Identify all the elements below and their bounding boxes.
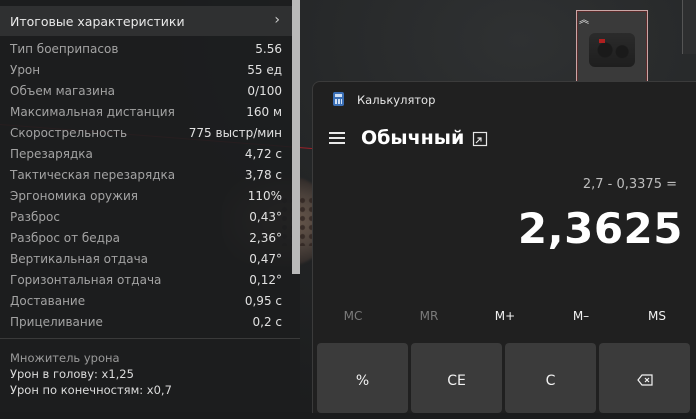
calculator-window: Калькулятор Обычный 2,7 - 0,3375 = 2,362…	[312, 81, 696, 413]
damage-multiplier: Множитель урона Урон в голову: x1,25 Уро…	[10, 350, 172, 398]
stat-value: 55 ед	[247, 63, 282, 77]
stat-row: Скорострельность 775 выстр/мин	[10, 126, 282, 146]
stat-row: Прицеливание 0,2 с	[10, 315, 282, 335]
memory-subtract-button[interactable]: M–	[545, 309, 617, 323]
stat-value: 0,12°	[249, 273, 282, 287]
stat-row: Доставание 0,95 с	[10, 294, 282, 314]
stat-row: Разброс 0,43°	[10, 210, 282, 230]
stat-label: Разброс от бедра	[10, 231, 120, 245]
keypad: % CE C	[317, 343, 696, 413]
stat-label: Эргономика оружия	[10, 189, 138, 203]
stat-label: Урон	[10, 63, 41, 77]
title-bar[interactable]: Калькулятор	[313, 82, 696, 118]
stat-label: Вертикальная отдача	[10, 252, 149, 266]
head-multiplier: Урон в голову: x1,25	[10, 367, 134, 381]
stat-row: Горизонтальная отдача 0,12°	[10, 273, 282, 293]
clear-entry-button[interactable]: CE	[411, 343, 502, 413]
stat-row: Урон 55 ед	[10, 63, 282, 83]
stat-row: Тактическая перезарядка 3,78 с	[10, 168, 282, 188]
stat-value: 110%	[247, 189, 282, 203]
multiplier-title: Множитель урона	[10, 351, 120, 365]
stat-row: Разброс от бедра 2,36°	[10, 231, 282, 251]
expression-display: 2,7 - 0,3375 =	[582, 177, 677, 192]
stat-row: Перезарядка 4,72 с	[10, 147, 282, 167]
result-display: 2,3625	[517, 204, 683, 253]
backspace-icon[interactable]	[599, 343, 690, 413]
stat-value: 775 выстр/мин	[188, 126, 282, 140]
percent-button[interactable]: %	[317, 343, 408, 413]
equipment-slot-2[interactable]	[682, 0, 696, 54]
stat-row: Объем магазина 0/100	[10, 84, 282, 104]
calculator-app-icon	[333, 92, 344, 106]
stats-panel: Итоговые характеристики › Тип боеприпасо…	[0, 0, 300, 412]
stat-label: Скорострельность	[10, 126, 128, 140]
stat-row: Вертикальная отдача 0,47°	[10, 252, 282, 272]
memory-recall-button[interactable]: MR	[393, 309, 465, 323]
stat-value: 0,2 с	[252, 315, 283, 329]
stat-value: 5.56	[255, 42, 282, 56]
memory-clear-button[interactable]: MC	[317, 309, 389, 323]
memory-row: MC MR M+ M– MS	[317, 309, 696, 329]
window-title: Калькулятор	[357, 93, 436, 107]
stat-value: 3,78 с	[244, 168, 282, 182]
mode-title: Обычный	[361, 127, 465, 149]
equipment-slot[interactable]: ︽	[576, 10, 648, 84]
item-icon	[589, 33, 635, 67]
stat-value: 0,47°	[249, 252, 282, 266]
stat-value: 0/100	[247, 84, 282, 98]
limb-multiplier: Урон по конечностям: x0,7	[10, 383, 172, 397]
chevron-up-icon: ︽	[579, 15, 589, 26]
stat-label: Горизонтальная отдача	[10, 273, 162, 287]
stats-header[interactable]: Итоговые характеристики ›	[0, 6, 292, 36]
stat-value: 0,95 с	[244, 294, 282, 308]
stat-value: 0,43°	[249, 210, 282, 224]
stat-row: Тип боеприпасов 5.56	[10, 42, 282, 62]
keep-on-top-icon[interactable]	[472, 131, 488, 147]
scrollbar[interactable]	[292, 0, 300, 274]
stats-title: Итоговые характеристики	[10, 14, 185, 29]
clear-button[interactable]: C	[505, 343, 596, 413]
stat-row: Эргономика оружия 110%	[10, 189, 282, 209]
chevron-right-icon: ›	[274, 12, 280, 28]
stat-label: Тактическая перезарядка	[10, 168, 176, 182]
stat-label: Объем магазина	[10, 84, 116, 98]
memory-store-button[interactable]: MS	[621, 309, 693, 323]
stat-label: Перезарядка	[10, 147, 93, 161]
stat-label: Максимальная дистанция	[10, 105, 175, 119]
stat-row: Максимальная дистанция 160 м	[10, 105, 282, 125]
stat-label: Разброс	[10, 210, 60, 224]
stat-label: Доставание	[10, 294, 86, 308]
stat-label: Тип боеприпасов	[10, 42, 119, 56]
menu-icon[interactable]	[329, 131, 347, 145]
stat-value: 4,72 с	[244, 147, 282, 161]
stat-value: 2,36°	[249, 231, 282, 245]
divider	[0, 338, 300, 339]
stat-label: Прицеливание	[10, 315, 103, 329]
stat-value: 160 м	[246, 105, 282, 119]
memory-add-button[interactable]: M+	[469, 309, 541, 323]
